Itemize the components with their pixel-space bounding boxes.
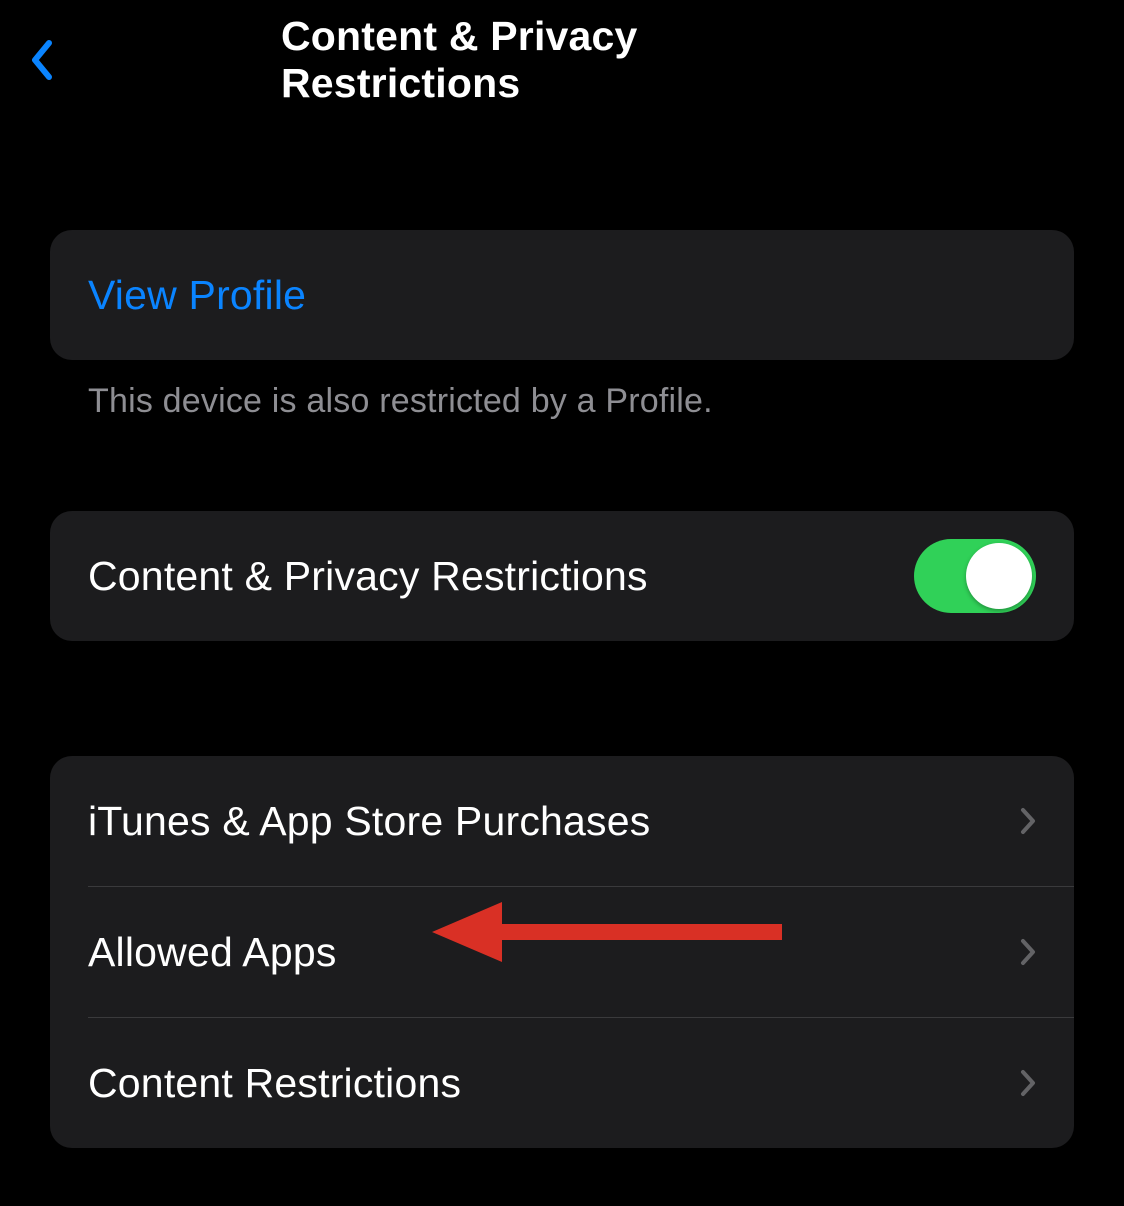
content-restrictions-row[interactable]: Content Restrictions (50, 1018, 1074, 1148)
restrictions-toggle-row: Content & Privacy Restrictions (50, 511, 1074, 641)
navigation-bar: Content & Privacy Restrictions (0, 0, 1124, 120)
allowed-apps-label: Allowed Apps (88, 929, 1020, 976)
chevron-left-icon (30, 40, 52, 80)
chevron-right-icon (1020, 1069, 1036, 1097)
page-title: Content & Privacy Restrictions (281, 13, 843, 107)
itunes-purchases-label: iTunes & App Store Purchases (88, 798, 1020, 845)
toggle-knob (966, 543, 1032, 609)
view-profile-label: View Profile (88, 272, 306, 319)
itunes-purchases-row[interactable]: iTunes & App Store Purchases (50, 756, 1074, 886)
content-area: View Profile This device is also restric… (0, 120, 1124, 1148)
restrictions-toggle[interactable] (914, 539, 1036, 613)
view-profile-row[interactable]: View Profile (50, 230, 1074, 360)
items-group: iTunes & App Store Purchases Allowed App… (50, 756, 1074, 1148)
chevron-right-icon (1020, 938, 1036, 966)
chevron-right-icon (1020, 807, 1036, 835)
content-restrictions-label: Content Restrictions (88, 1060, 1020, 1107)
back-button[interactable] (30, 35, 80, 85)
profile-group: View Profile (50, 230, 1074, 360)
profile-footer-text: This device is also restricted by a Prof… (50, 360, 1074, 421)
toggle-group: Content & Privacy Restrictions (50, 511, 1074, 641)
restrictions-toggle-label: Content & Privacy Restrictions (88, 553, 914, 600)
allowed-apps-row[interactable]: Allowed Apps (50, 887, 1074, 1017)
